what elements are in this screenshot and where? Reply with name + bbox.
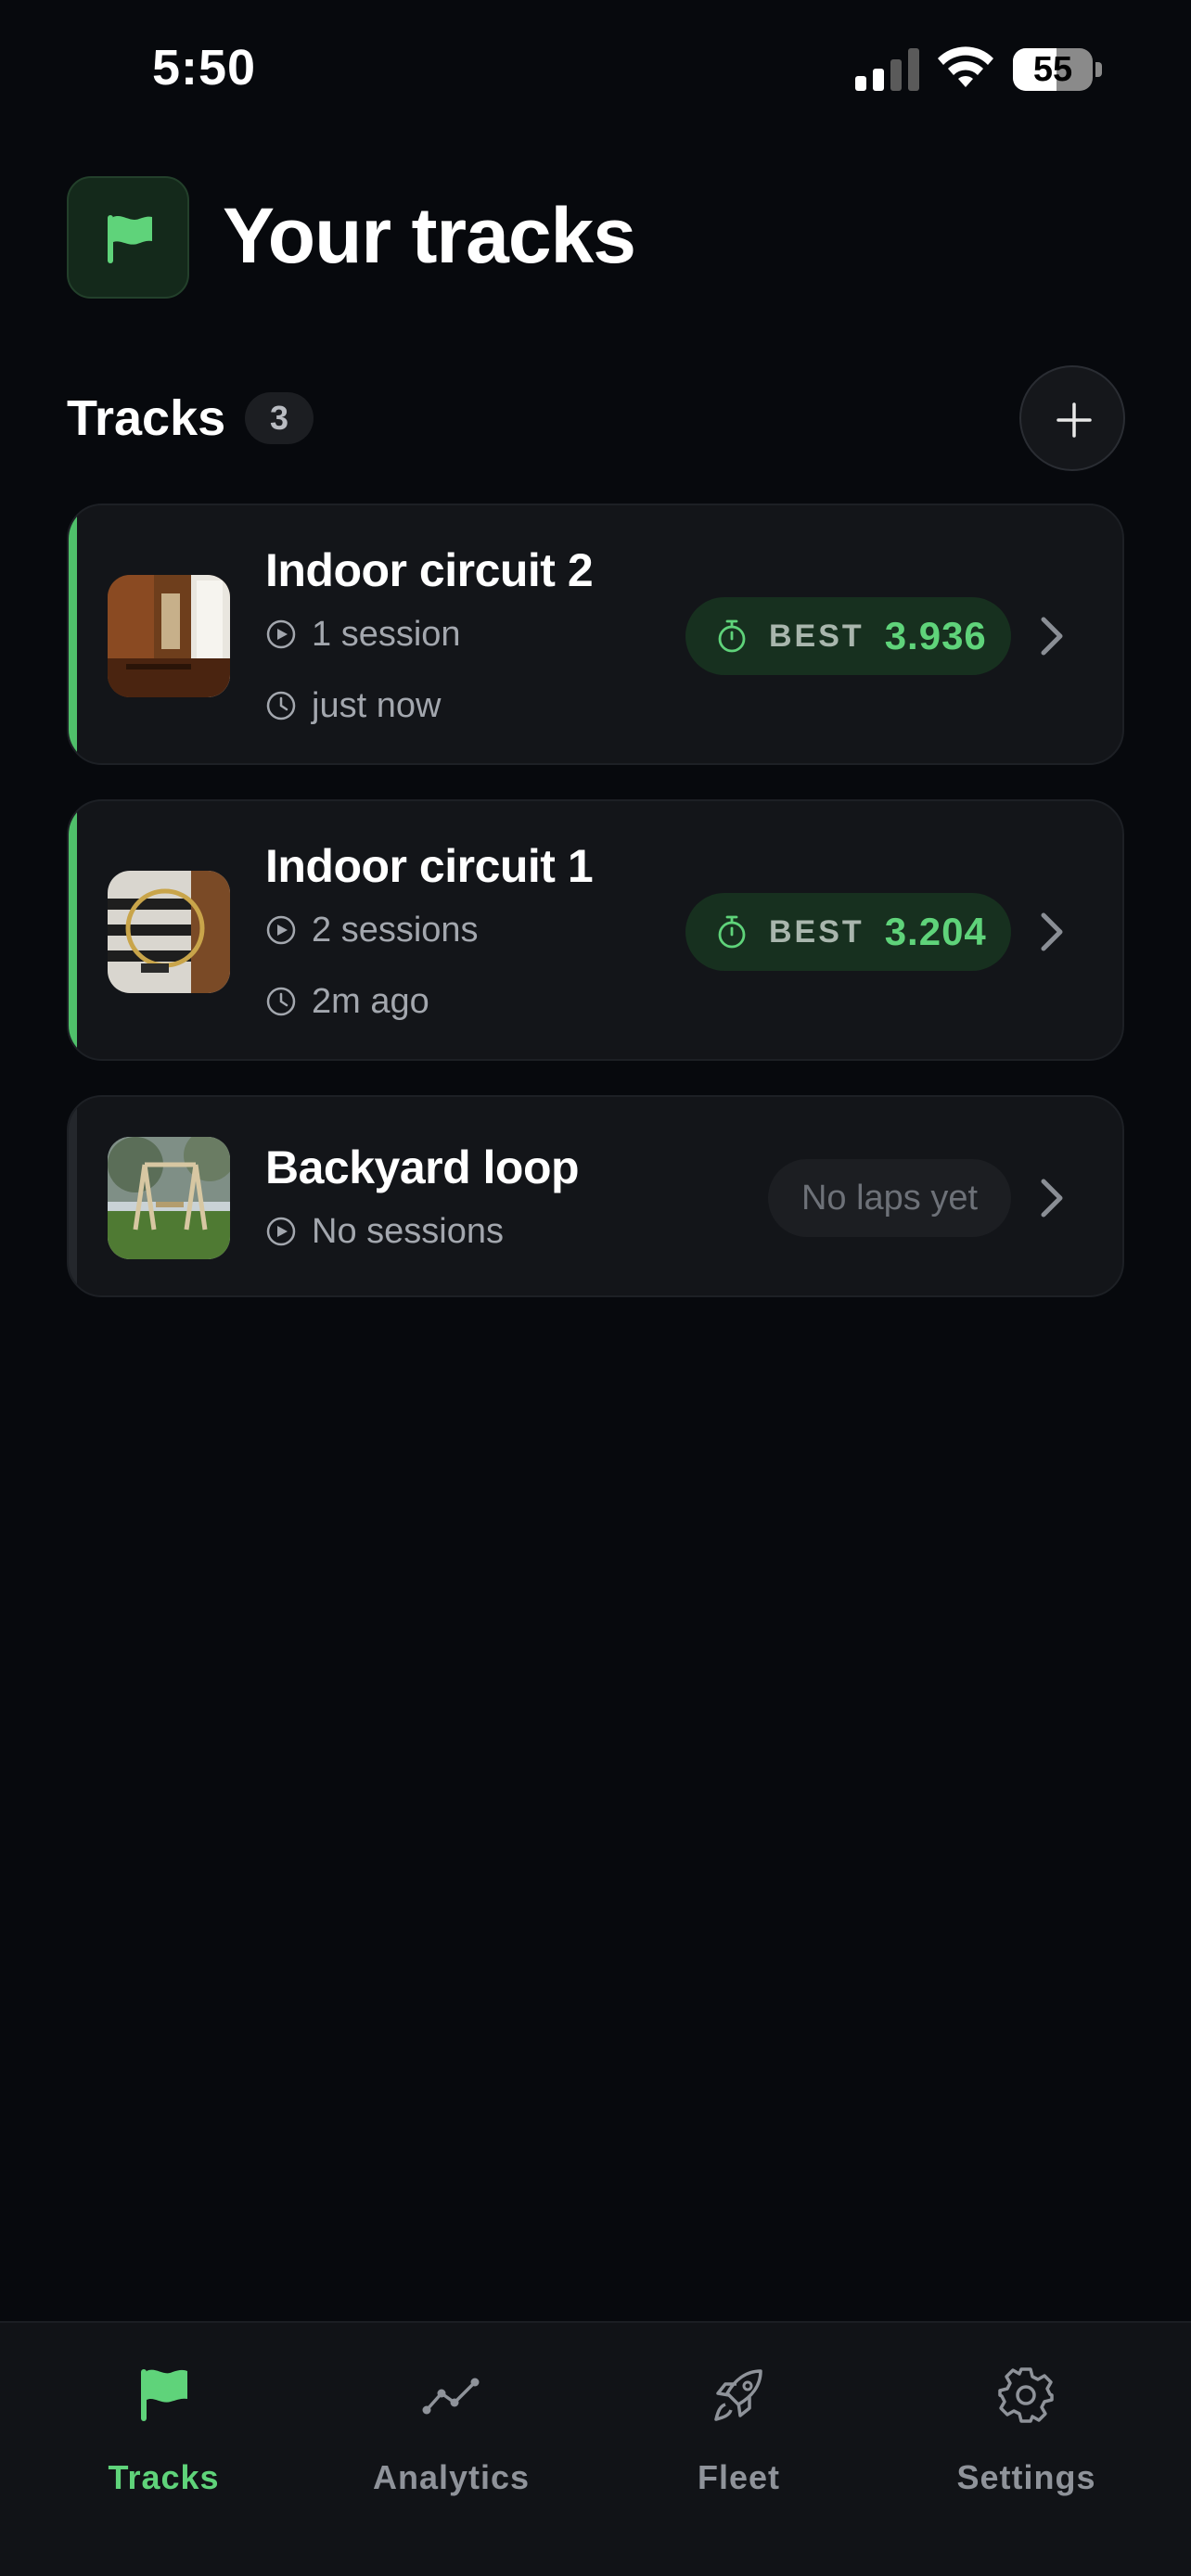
section-title: Tracks — [67, 390, 226, 446]
tracks-count-badge: 3 — [245, 392, 314, 444]
session-count: 1 session — [312, 615, 461, 654]
play-circle-icon — [266, 619, 296, 649]
chevron-right-icon — [1041, 617, 1063, 656]
tab-settings[interactable]: Settings — [877, 2323, 1175, 2508]
session-count-row: 1 session — [265, 611, 461, 657]
chevron-right-icon — [1041, 912, 1063, 951]
track-thumbnail — [108, 871, 230, 993]
best-lap-badge: BEST 3.204 — [685, 893, 1011, 971]
flag-icon — [141, 2369, 187, 2421]
plus-icon — [1057, 402, 1092, 438]
rocket-icon — [714, 2369, 762, 2421]
track-name: Indoor circuit 2 — [265, 544, 594, 596]
wifi-icon — [938, 46, 993, 87]
tab-label: Settings — [956, 2458, 1096, 2496]
active-accent-bar — [69, 505, 77, 763]
tab-label: Analytics — [372, 2458, 531, 2496]
tab-tracks[interactable]: Tracks — [15, 2323, 313, 2508]
status-bar: 5:50 55 — [0, 0, 1191, 139]
header-logo — [67, 176, 189, 299]
battery-indicator: 55 — [1013, 48, 1102, 91]
best-label: BEST — [769, 913, 864, 950]
play-circle-icon — [266, 915, 296, 945]
last-updated: 2m ago — [312, 982, 429, 1021]
track-card[interactable]: Backyard loop No sessions No laps yet — [67, 1095, 1124, 1297]
session-count-row: 2 sessions — [265, 907, 479, 953]
stopwatch-icon — [718, 915, 746, 949]
track-card[interactable]: Indoor circuit 1 2 sessions 2m ago BEST … — [67, 799, 1124, 1061]
chevron-right-icon — [1041, 1179, 1063, 1218]
track-card[interactable]: Indoor circuit 2 1 session just now BEST… — [67, 504, 1124, 765]
tab-bar: Tracks Analytics Fleet Settings — [0, 2321, 1191, 2576]
cellular-signal-icon — [855, 48, 919, 91]
session-count: 2 sessions — [312, 911, 479, 950]
track-name: Indoor circuit 1 — [265, 840, 594, 892]
page-title: Your tracks — [223, 192, 636, 279]
tab-label: Tracks — [108, 2458, 220, 2496]
best-label: BEST — [769, 618, 864, 654]
track-name: Backyard loop — [265, 1141, 580, 1193]
tab-analytics[interactable]: Analytics — [302, 2323, 600, 2508]
play-circle-icon — [266, 1217, 296, 1246]
best-lap-badge: BEST 3.936 — [685, 597, 1011, 675]
gear-icon — [998, 2367, 1054, 2423]
track-thumbnail — [108, 1137, 230, 1259]
best-time: 3.936 — [884, 614, 987, 657]
clock-icon — [266, 987, 296, 1016]
best-time: 3.204 — [884, 910, 987, 953]
analytics-icon — [422, 2378, 480, 2415]
last-updated: just now — [312, 686, 442, 725]
status-time: 5:50 — [152, 40, 257, 96]
no-laps-badge: No laps yet — [768, 1159, 1011, 1237]
last-updated-row: just now — [265, 682, 441, 729]
tab-fleet[interactable]: Fleet — [590, 2323, 888, 2508]
tracks-screen: 5:50 55 Your tracks Tracks 3 Indoor circ… — [0, 0, 1191, 2576]
inactive-accent-bar — [69, 1097, 77, 1295]
stopwatch-icon — [718, 619, 746, 653]
flag-icon — [108, 215, 152, 263]
clock-icon — [266, 691, 296, 721]
last-updated-row: 2m ago — [265, 978, 429, 1025]
add-track-button[interactable] — [1019, 365, 1125, 471]
track-thumbnail — [108, 575, 230, 697]
tab-label: Fleet — [697, 2458, 781, 2496]
active-accent-bar — [69, 801, 77, 1059]
battery-level: 55 — [1032, 50, 1073, 89]
session-count: No sessions — [312, 1212, 504, 1251]
session-count-row: No sessions — [265, 1208, 504, 1255]
